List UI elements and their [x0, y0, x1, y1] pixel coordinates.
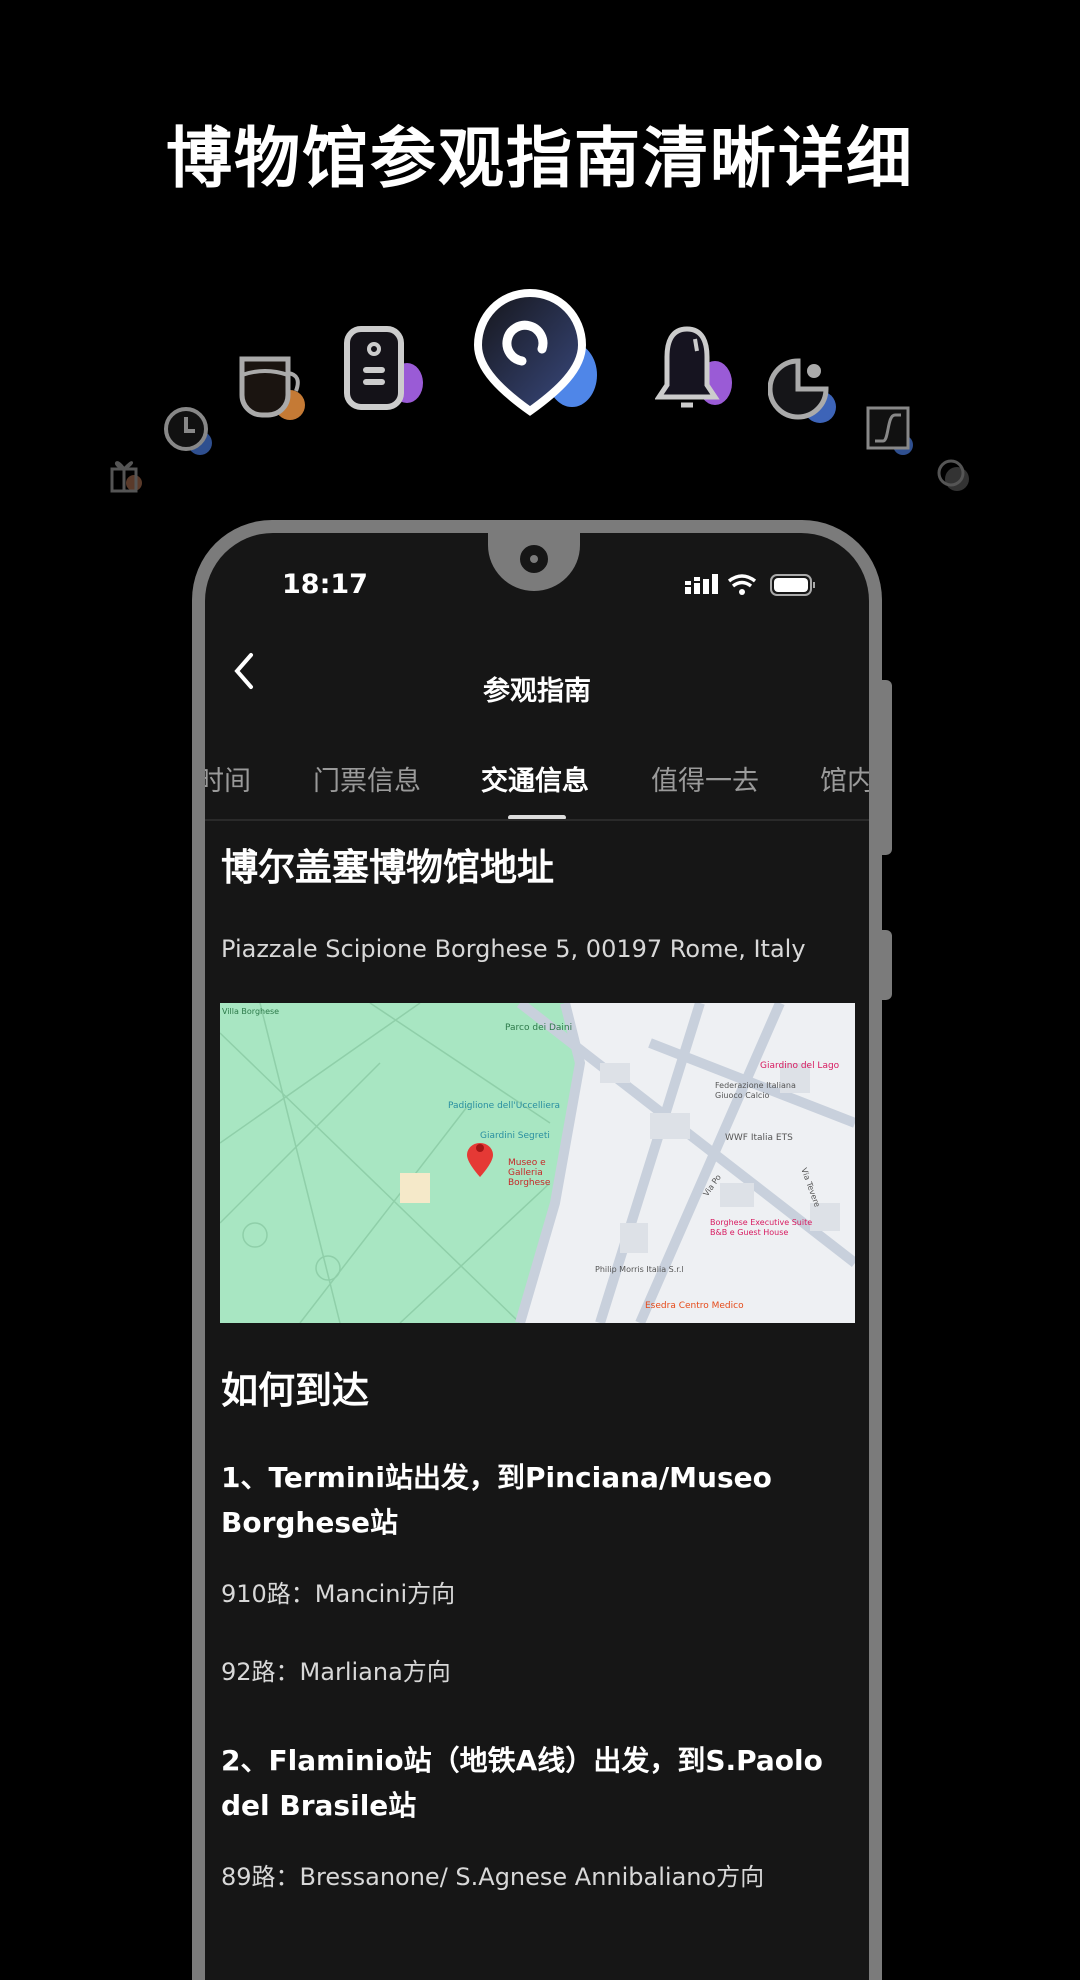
tab-tickets[interactable]: 门票信息: [313, 759, 421, 798]
phone-frame: 18:17 参观指南 时间 门票信息 交通信息 值得一去 馆内 博尔盖塞博物馆地…: [192, 520, 892, 1980]
promo-title: 博物馆参观指南清晰详细: [166, 120, 914, 197]
map-label: Museo e Galleria Borghese: [508, 1158, 551, 1188]
signal-icon: [685, 574, 718, 594]
map-label: Giardini Segreti: [480, 1131, 550, 1141]
clock-icon: [164, 407, 212, 455]
route-line: 89路：Bressanone/ S.Agnese Annibaliano方向: [221, 1863, 765, 1891]
page-title: 参观指南: [483, 676, 591, 707]
phone-screen: 18:17 参观指南 时间 门票信息 交通信息 值得一去 馆内 博尔盖塞博物馆地…: [205, 533, 869, 1980]
map-label: Esedra Centro Medico: [645, 1301, 744, 1311]
pie-chart-icon: [768, 358, 836, 423]
camera: [520, 545, 548, 573]
notch: [488, 533, 580, 591]
route-line: 910路：Mancini方向: [221, 1580, 456, 1608]
volume-button: [882, 680, 892, 855]
address-heading: 博尔盖塞博物馆地址: [221, 846, 554, 889]
tab-inside[interactable]: 馆内: [820, 759, 869, 798]
route-line: 92路：Marliana方向: [221, 1658, 451, 1686]
map-label: Federazione Italiana Giuoco Calcio: [715, 1081, 796, 1100]
map-label: Philip Morris Italia S.r.l: [595, 1265, 684, 1274]
address-text: Piazzale Scipione Borghese 5, 00197 Rome…: [221, 935, 806, 963]
tab-bar: 时间 门票信息 交通信息 值得一去 馆内: [205, 759, 869, 809]
route-title: 1、Termini站出发，到Pinciana/Museo Borghese站: [221, 1461, 772, 1539]
wifi-icon: [727, 574, 757, 588]
tab-transport[interactable]: 交通信息: [481, 759, 589, 798]
battery-icon: [770, 574, 815, 596]
map-label: Borghese Executive Suite B&B e Guest Hou…: [710, 1218, 813, 1237]
map-label: Giardino del Lago: [760, 1061, 840, 1071]
status-time: 18:17: [282, 569, 368, 600]
curve-icon: [866, 406, 913, 455]
tab-worth-visiting[interactable]: 值得一去: [651, 759, 759, 798]
map-label: Padiglione dell'Uccelliera: [448, 1101, 561, 1111]
map-label: WWF Italia ETS: [725, 1133, 793, 1143]
status-icons: [685, 574, 815, 596]
route-title: 2、Flaminio站（地铁A线）出发，到S.Paolo del Brasile…: [221, 1744, 823, 1822]
divider: [205, 819, 869, 821]
cloud-icon: [937, 459, 969, 491]
cup-icon: [239, 356, 305, 420]
map[interactable]: Parco dei Daini Padiglione dell'Uccellie…: [220, 1003, 855, 1323]
gift-icon: [110, 461, 142, 493]
bell-icon: [655, 326, 732, 408]
audio-guide-icon: [344, 326, 423, 410]
directions-heading: 如何到达: [221, 1369, 369, 1412]
map-label: Villa Borghese: [222, 1007, 280, 1016]
power-button: [882, 930, 892, 1000]
map-label: Parco dei Daini: [505, 1023, 573, 1033]
location-pin-icon: [473, 288, 597, 416]
tab-time[interactable]: 时间: [205, 759, 251, 798]
